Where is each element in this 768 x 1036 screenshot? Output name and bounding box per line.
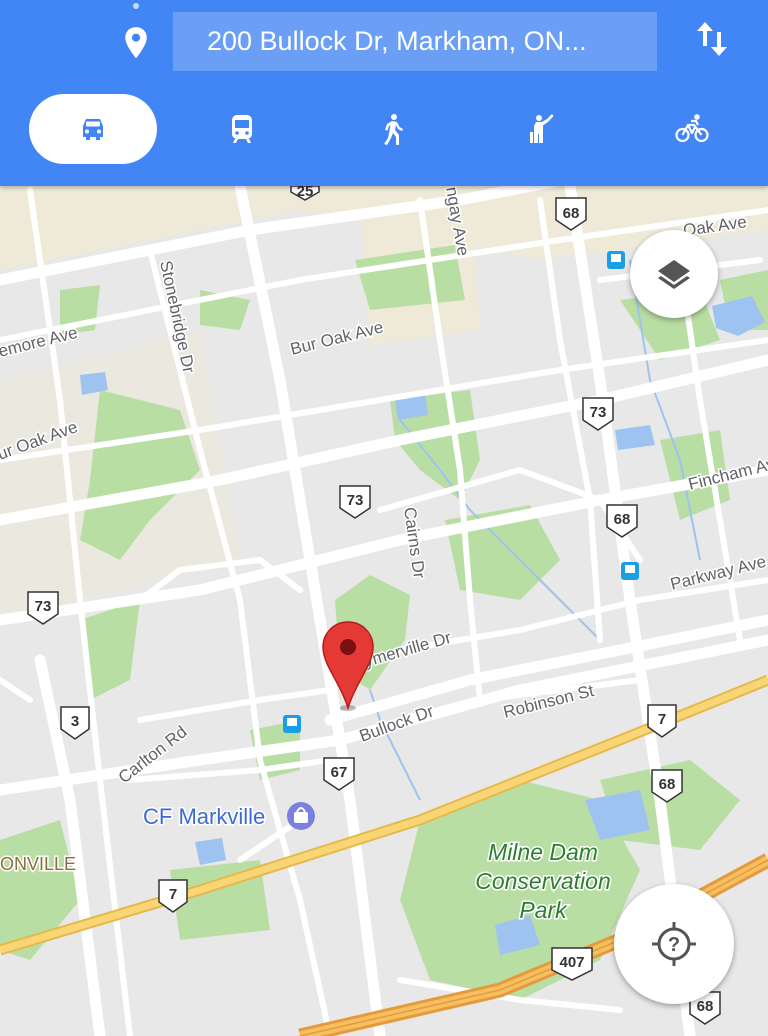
- bike-icon: [675, 114, 709, 143]
- rideshare-icon: [530, 114, 554, 143]
- svg-text:407: 407: [559, 954, 584, 971]
- svg-text:7: 7: [169, 886, 177, 903]
- svg-text:?: ?: [668, 934, 680, 956]
- svg-text:3: 3: [71, 713, 79, 730]
- svg-text:73: 73: [347, 492, 364, 509]
- area-label-unionville: ONVILLE: [0, 854, 76, 874]
- svg-text:Milne Dam: Milne Dam: [488, 839, 598, 865]
- walk-icon: [384, 114, 403, 145]
- svg-text:25: 25: [297, 186, 314, 200]
- svg-text:68: 68: [614, 511, 631, 528]
- svg-text:68: 68: [563, 205, 580, 222]
- tab-driving[interactable]: [29, 94, 157, 164]
- transit-icon: [232, 115, 252, 143]
- svg-text:68: 68: [659, 776, 676, 793]
- location-pin-icon: [125, 27, 147, 59]
- swap-directions-icon[interactable]: [692, 18, 732, 60]
- tab-transit[interactable]: [178, 94, 306, 164]
- my-location-button[interactable]: ?: [614, 884, 734, 1004]
- layers-icon: [658, 260, 690, 289]
- bus-stop-icon[interactable]: [283, 715, 301, 733]
- tab-cycling[interactable]: [628, 94, 756, 164]
- map-view[interactable]: Oak Ave Bur Oak Ave ur Oak Ave Stonebrid…: [0, 186, 768, 1036]
- directions-header: 200 Bullock Dr, Markham, ON...: [0, 0, 768, 186]
- layers-button[interactable]: [630, 230, 718, 318]
- tab-walking[interactable]: [328, 94, 456, 164]
- svg-text:73: 73: [590, 404, 607, 421]
- destination-input[interactable]: 200 Bullock Dr, Markham, ON...: [173, 12, 657, 71]
- svg-text:Conservation: Conservation: [475, 868, 611, 894]
- svg-text:67: 67: [331, 764, 348, 781]
- bus-stop-icon[interactable]: [607, 251, 625, 269]
- car-icon: [83, 119, 103, 140]
- tab-rideshare[interactable]: [478, 94, 606, 164]
- svg-text:Park: Park: [519, 897, 568, 923]
- locate-question-icon: ?: [652, 922, 696, 966]
- svg-text:7: 7: [658, 711, 666, 728]
- svg-text:68: 68: [697, 998, 714, 1015]
- status-dot: [133, 3, 139, 9]
- svg-text:73: 73: [35, 598, 52, 615]
- bus-stop-icon[interactable]: [621, 562, 639, 580]
- poi-label: CF Markville: [143, 804, 265, 829]
- travel-mode-tabs: [0, 94, 768, 164]
